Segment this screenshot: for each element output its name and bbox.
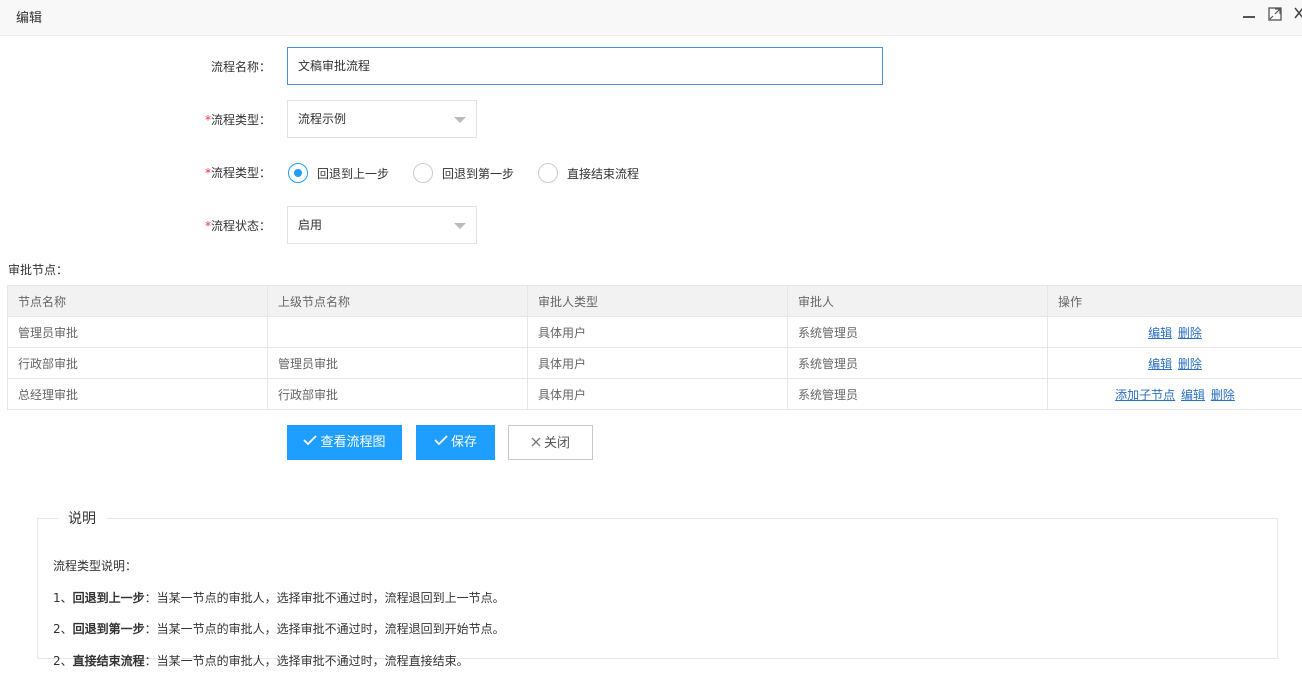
radio-return-previous[interactable]: 回退到上一步 [288,163,389,183]
table-row: 管理员审批 具体用户 系统管理员 编辑 删除 [7,316,1302,348]
cell-actions: 编辑 删除 [1047,316,1302,348]
flow-name-label: 流程名称： [210,60,271,74]
table-header-row: 节点名称 上级节点名称 审批人类型 审批人 操作 [7,285,1302,317]
cell-actions: 编辑 删除 [1047,347,1302,379]
description-item: 2、回退到第一步：当某一节点的审批人，选择审批不通过时，流程退回到开始节点。 [53,622,505,636]
table-row: 总经理审批 行政部审批 具体用户 系统管理员 添加子节点 编辑 删除 [7,378,1302,410]
close-icon [531,426,541,461]
flow-status-select[interactable]: 启用 [287,206,477,244]
close-button[interactable]: 关闭 [508,425,593,460]
radio-end-flow[interactable]: 直接结束流程 [538,163,639,183]
delete-link[interactable]: 删除 [1178,357,1202,371]
cell-approver: 系统管理员 [787,347,1048,379]
add-child-link[interactable]: 添加子节点 [1115,388,1175,402]
col-node-name: 节点名称 [7,285,268,317]
dropdown-arrow-icon [454,117,466,123]
flow-type-label: *流程类型： [204,113,271,127]
table-row: 行政部审批 管理员审批 具体用户 系统管理员 编辑 删除 [7,347,1302,379]
description-item: 1、回退到上一步：当某一节点的审批人，选择审批不通过时，流程退回到上一节点。 [53,591,505,605]
cell-approver: 系统管理员 [787,378,1048,410]
approval-nodes-label: 审批节点： [8,263,69,277]
radio-circle[interactable] [538,163,558,183]
flow-status-label: *流程状态： [204,219,271,233]
cell-parent-node [267,316,528,348]
flow-return-label: *流程类型： [204,166,271,180]
edit-link[interactable]: 编辑 [1148,357,1172,371]
radio-circle[interactable] [413,163,433,183]
approval-nodes-table: 节点名称 上级节点名称 审批人类型 审批人 操作 管理员审批 具体用户 系统管理… [7,285,1302,410]
check-icon [434,425,448,460]
description-intro: 流程类型说明： [53,559,138,573]
col-approver-type: 审批人类型 [527,285,788,317]
cell-actions: 添加子节点 编辑 删除 [1047,378,1302,410]
view-flowchart-button[interactable]: 查看流程图 [287,425,402,460]
cell-node-name: 行政部审批 [7,347,268,379]
cell-approver-type: 具体用户 [527,347,788,379]
cell-approver-type: 具体用户 [527,316,788,348]
close-icon[interactable] [1290,6,1302,24]
col-approver: 审批人 [787,285,1048,317]
cell-parent-node: 行政部审批 [267,378,528,410]
delete-link[interactable]: 删除 [1178,326,1202,340]
cell-parent-node: 管理员审批 [267,347,528,379]
check-icon [303,425,318,460]
delete-link[interactable]: 删除 [1211,388,1235,402]
cell-node-name: 总经理审批 [7,378,268,410]
flow-type-select[interactable]: 流程示例 [287,100,477,138]
col-actions: 操作 [1047,285,1302,317]
description-panel: 说明 流程类型说明： 1、回退到上一步：当某一节点的审批人，选择审批不通过时，流… [37,508,1278,668]
dialog-title: 编辑 [16,11,43,26]
radio-circle[interactable] [288,163,308,183]
cell-node-name: 管理员审批 [7,316,268,348]
description-legend: 说明 [68,511,96,527]
maximize-icon[interactable] [1266,6,1284,24]
cell-approver: 系统管理员 [787,316,1048,348]
radio-return-first[interactable]: 回退到第一步 [413,163,514,183]
dropdown-arrow-icon [454,223,466,229]
dialog-title-bar: 编辑 [0,0,1302,36]
col-parent-node: 上级节点名称 [267,285,528,317]
save-button[interactable]: 保存 [416,425,495,460]
description-item: 2、直接结束流程：当某一节点的审批人，选择审批不通过时，流程直接结束。 [53,654,469,668]
edit-link[interactable]: 编辑 [1181,388,1205,402]
cell-approver-type: 具体用户 [527,378,788,410]
edit-link[interactable]: 编辑 [1148,326,1172,340]
minimize-icon[interactable] [1240,6,1258,24]
flow-name-input[interactable]: 文稿审批流程 [287,47,883,85]
